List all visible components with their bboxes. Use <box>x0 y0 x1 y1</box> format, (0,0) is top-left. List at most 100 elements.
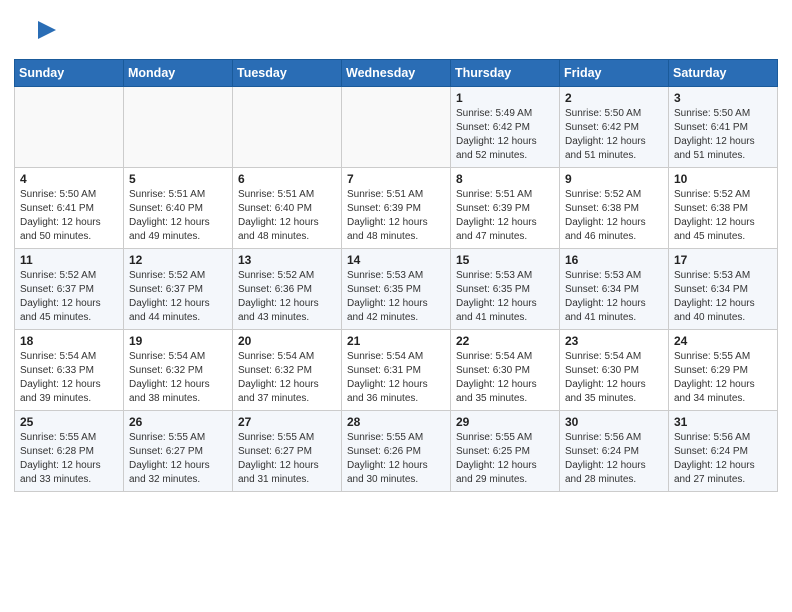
calendar-cell: 1Sunrise: 5:49 AMSunset: 6:42 PMDaylight… <box>451 87 560 168</box>
day-content: Sunrise: 5:51 AMSunset: 6:39 PMDaylight:… <box>347 188 445 244</box>
calendar-cell: 19 Sunrise: 5:54 AMSunset: 6:32 PMDayligh… <box>124 330 233 411</box>
day-number: 10 <box>674 172 772 186</box>
weekday-header: Saturday <box>669 60 778 87</box>
day-number: 18 <box>20 334 118 348</box>
calendar-cell: 12 Sunrise: 5:52 AMSunset: 6:37 PMDayligh… <box>124 249 233 330</box>
day-content: Sunrise: 5:54 AMSunset: 6:32 PMDaylight:… <box>129 350 227 406</box>
calendar-cell: 23 Sunrise: 5:54 AMSunset: 6:30 PMDayligh… <box>560 330 669 411</box>
day-number: 25 <box>20 415 118 429</box>
weekday-header: Sunday <box>15 60 124 87</box>
day-content: Sunrise: 5:52 AMSunset: 6:38 PMDaylight:… <box>674 188 772 244</box>
calendar-cell: 21 Sunrise: 5:54 AMSunset: 6:31 PMDayligh… <box>342 330 451 411</box>
calendar-cell: 22Sunrise: 5:54 AMSunset: 6:30 PMDayligh… <box>451 330 560 411</box>
page-header <box>0 0 792 59</box>
calendar-cell: 4 Sunrise: 5:50 AMSunset: 6:41 PMDaylight… <box>15 168 124 249</box>
day-number: 23 <box>565 334 663 348</box>
calendar-cell: 11 Sunrise: 5:52 AMSunset: 6:37 PMDayligh… <box>15 249 124 330</box>
calendar-week-row: 11 Sunrise: 5:52 AMSunset: 6:37 PMDayligh… <box>15 249 778 330</box>
day-content: Sunrise: 5:53 AMSunset: 6:34 PMDaylight:… <box>674 269 772 325</box>
weekday-header: Friday <box>560 60 669 87</box>
day-content: Sunrise: 5:55 AMSunset: 6:28 PMDaylight:… <box>20 431 118 487</box>
day-number: 21 <box>347 334 445 348</box>
calendar-header: SundayMondayTuesdayWednesdayThursdayFrid… <box>15 60 778 87</box>
calendar-cell: 31 Sunrise: 5:56 AMSunset: 6:24 PMDayligh… <box>669 411 778 492</box>
calendar-cell: 15Sunrise: 5:53 AMSunset: 6:35 PMDayligh… <box>451 249 560 330</box>
day-content: Sunrise: 5:52 AMSunset: 6:37 PMDaylight:… <box>20 269 118 325</box>
day-content: Sunrise: 5:50 AMSunset: 6:42 PMDaylight:… <box>565 107 663 163</box>
day-content: Sunrise: 5:55 AMSunset: 6:26 PMDaylight:… <box>347 431 445 487</box>
calendar-week-row: 25 Sunrise: 5:55 AMSunset: 6:28 PMDayligh… <box>15 411 778 492</box>
day-content: Sunrise: 5:55 AMSunset: 6:29 PMDaylight:… <box>674 350 772 406</box>
day-number: 8 <box>456 172 554 186</box>
calendar-table: SundayMondayTuesdayWednesdayThursdayFrid… <box>14 59 778 492</box>
day-number: 7 <box>347 172 445 186</box>
day-number: 30 <box>565 415 663 429</box>
calendar-cell <box>15 87 124 168</box>
day-content: Sunrise: 5:51 AMSunset: 6:40 PMDaylight:… <box>238 188 336 244</box>
calendar-cell: 7 Sunrise: 5:51 AMSunset: 6:39 PMDaylight… <box>342 168 451 249</box>
calendar-week-row: 4 Sunrise: 5:50 AMSunset: 6:41 PMDaylight… <box>15 168 778 249</box>
calendar-cell: 18 Sunrise: 5:54 AMSunset: 6:33 PMDayligh… <box>15 330 124 411</box>
calendar-week-row: 18 Sunrise: 5:54 AMSunset: 6:33 PMDayligh… <box>15 330 778 411</box>
day-number: 16 <box>565 253 663 267</box>
day-number: 28 <box>347 415 445 429</box>
calendar-cell: 8Sunrise: 5:51 AMSunset: 6:39 PMDaylight… <box>451 168 560 249</box>
day-content: Sunrise: 5:50 AMSunset: 6:41 PMDaylight:… <box>20 188 118 244</box>
day-number: 27 <box>238 415 336 429</box>
weekday-header: Tuesday <box>233 60 342 87</box>
calendar-cell: 13 Sunrise: 5:52 AMSunset: 6:36 PMDayligh… <box>233 249 342 330</box>
weekday-header: Wednesday <box>342 60 451 87</box>
day-content: Sunrise: 5:51 AMSunset: 6:40 PMDaylight:… <box>129 188 227 244</box>
day-number: 20 <box>238 334 336 348</box>
day-number: 6 <box>238 172 336 186</box>
calendar-week-row: 1Sunrise: 5:49 AMSunset: 6:42 PMDaylight… <box>15 87 778 168</box>
calendar-cell: 6 Sunrise: 5:51 AMSunset: 6:40 PMDaylight… <box>233 168 342 249</box>
day-number: 3 <box>674 91 772 105</box>
day-number: 29 <box>456 415 554 429</box>
day-number: 9 <box>565 172 663 186</box>
day-content: Sunrise: 5:52 AMSunset: 6:37 PMDaylight:… <box>129 269 227 325</box>
calendar-cell: 25 Sunrise: 5:55 AMSunset: 6:28 PMDayligh… <box>15 411 124 492</box>
day-content: Sunrise: 5:52 AMSunset: 6:36 PMDaylight:… <box>238 269 336 325</box>
day-content: Sunrise: 5:54 AMSunset: 6:33 PMDaylight:… <box>20 350 118 406</box>
calendar-cell: 5 Sunrise: 5:51 AMSunset: 6:40 PMDaylight… <box>124 168 233 249</box>
day-number: 19 <box>129 334 227 348</box>
day-number: 5 <box>129 172 227 186</box>
calendar-cell: 28 Sunrise: 5:55 AMSunset: 6:26 PMDayligh… <box>342 411 451 492</box>
calendar-cell: 9Sunrise: 5:52 AMSunset: 6:38 PMDaylight… <box>560 168 669 249</box>
day-content: Sunrise: 5:53 AMSunset: 6:35 PMDaylight:… <box>347 269 445 325</box>
day-number: 31 <box>674 415 772 429</box>
day-number: 12 <box>129 253 227 267</box>
calendar-cell: 26 Sunrise: 5:55 AMSunset: 6:27 PMDayligh… <box>124 411 233 492</box>
calendar-cell: 3Sunrise: 5:50 AMSunset: 6:41 PMDaylight… <box>669 87 778 168</box>
day-content: Sunrise: 5:55 AMSunset: 6:27 PMDaylight:… <box>129 431 227 487</box>
day-content: Sunrise: 5:54 AMSunset: 6:30 PMDaylight:… <box>565 350 663 406</box>
day-number: 11 <box>20 253 118 267</box>
weekday-header: Thursday <box>451 60 560 87</box>
day-number: 22 <box>456 334 554 348</box>
day-number: 13 <box>238 253 336 267</box>
calendar-cell: 10 Sunrise: 5:52 AMSunset: 6:38 PMDayligh… <box>669 168 778 249</box>
weekday-header: Monday <box>124 60 233 87</box>
day-number: 2 <box>565 91 663 105</box>
day-number: 17 <box>674 253 772 267</box>
day-number: 1 <box>456 91 554 105</box>
day-content: Sunrise: 5:56 AMSunset: 6:24 PMDaylight:… <box>674 431 772 487</box>
day-number: 24 <box>674 334 772 348</box>
calendar-cell: 16 Sunrise: 5:53 AMSunset: 6:34 PMDayligh… <box>560 249 669 330</box>
calendar-cell: 17 Sunrise: 5:53 AMSunset: 6:34 PMDayligh… <box>669 249 778 330</box>
day-content: Sunrise: 5:55 AMSunset: 6:25 PMDaylight:… <box>456 431 554 487</box>
calendar-body: 1Sunrise: 5:49 AMSunset: 6:42 PMDaylight… <box>15 87 778 492</box>
logo-icon <box>28 16 58 51</box>
day-content: Sunrise: 5:54 AMSunset: 6:31 PMDaylight:… <box>347 350 445 406</box>
day-number: 26 <box>129 415 227 429</box>
day-number: 14 <box>347 253 445 267</box>
calendar-cell <box>233 87 342 168</box>
day-number: 4 <box>20 172 118 186</box>
calendar-cell <box>124 87 233 168</box>
day-content: Sunrise: 5:55 AMSunset: 6:27 PMDaylight:… <box>238 431 336 487</box>
calendar-cell <box>342 87 451 168</box>
day-content: Sunrise: 5:53 AMSunset: 6:34 PMDaylight:… <box>565 269 663 325</box>
day-content: Sunrise: 5:56 AMSunset: 6:24 PMDaylight:… <box>565 431 663 487</box>
calendar-cell: 30 Sunrise: 5:56 AMSunset: 6:24 PMDayligh… <box>560 411 669 492</box>
